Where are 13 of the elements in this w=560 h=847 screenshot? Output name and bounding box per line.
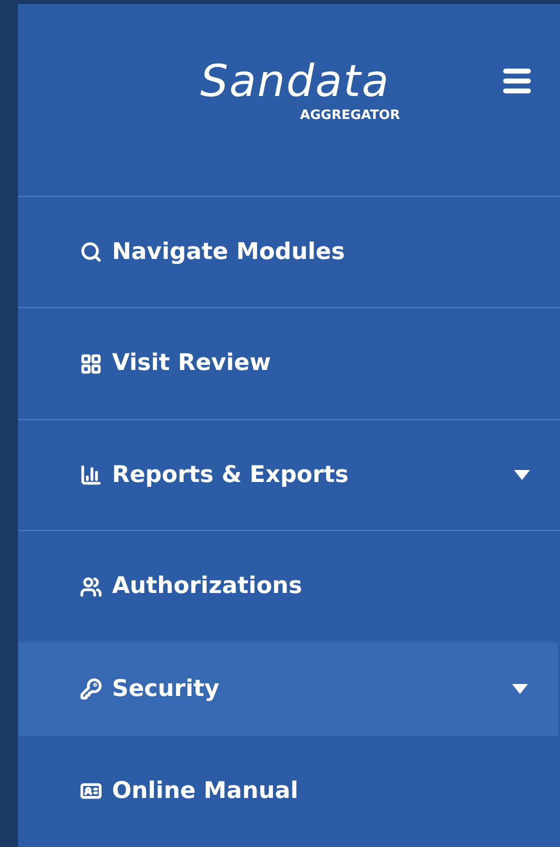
menu-item[interactable]: Security xyxy=(18,642,558,736)
menu-item[interactable]: Authorizations xyxy=(18,530,560,642)
users-icon xyxy=(80,576,102,598)
menu-item[interactable]: Online Manual xyxy=(18,736,560,847)
key-icon xyxy=(80,678,102,700)
bar-chart-icon xyxy=(80,464,102,486)
menu-item[interactable]: Navigate Modules xyxy=(18,197,560,308)
grid-icon xyxy=(80,352,102,375)
menu-item[interactable]: Visit Review xyxy=(18,308,560,420)
search-icon xyxy=(80,241,102,264)
logo-wordmark: Sandata xyxy=(200,60,390,104)
logo-subtitle: AGGREGATOR xyxy=(300,107,400,125)
menu-item[interactable]: Reports & Exports xyxy=(18,420,560,531)
